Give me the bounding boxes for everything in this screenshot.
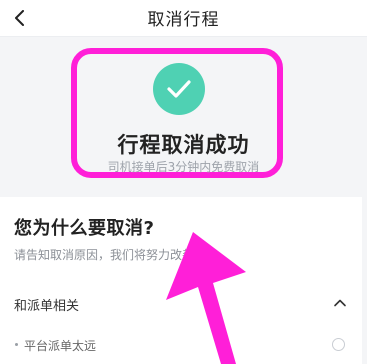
- check-icon: [167, 80, 191, 98]
- reason-group-title: 和派单相关: [14, 299, 80, 314]
- reason-heading: 您为什么要取消?: [14, 218, 155, 239]
- page-title: 取消行程: [147, 10, 220, 30]
- header-bar: 取消行程: [0, 0, 367, 37]
- radio-button[interactable]: [332, 338, 345, 351]
- cancel-reason-panel: 您为什么要取消? 请告知取消原因，我们将努力改善 和派单相关 平台派单太远: [0, 197, 362, 364]
- success-icon: [153, 63, 205, 115]
- reason-group-dispatch[interactable]: 和派单相关: [0, 289, 362, 319]
- reason-hint: 请告知取消原因，我们将努力改善: [14, 248, 195, 262]
- success-subtitle: 司机接单后3分钟内免费取消: [107, 160, 260, 174]
- reason-option-too-far[interactable]: 平台派单太远: [0, 335, 362, 357]
- reason-option-label: 平台派单太远: [24, 339, 97, 353]
- success-title: 行程取消成功: [117, 133, 250, 157]
- chevron-up-icon: [334, 299, 346, 307]
- bullet-dot: [15, 343, 18, 346]
